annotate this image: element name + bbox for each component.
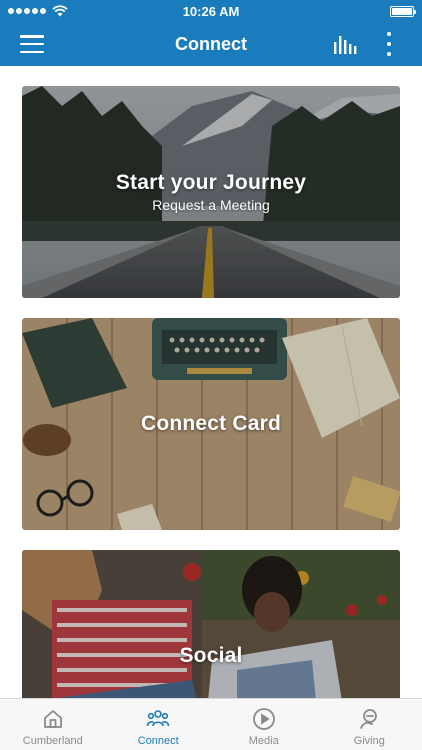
tab-cumberland[interactable]: Cumberland — [0, 699, 106, 750]
tab-label: Connect — [137, 735, 179, 747]
wifi-icon — [52, 5, 68, 17]
cellular-signal-icon — [8, 8, 46, 14]
menu-icon[interactable] — [20, 35, 44, 53]
card-connect-card[interactable]: Connect Card — [22, 318, 400, 530]
tab-label: Giving — [353, 735, 385, 747]
status-bar: 10:26 AM — [0, 0, 422, 22]
tab-label: Media — [248, 735, 279, 747]
play-circle-icon — [252, 708, 275, 730]
card-title: Social — [179, 644, 243, 667]
tab-giving[interactable]: Giving — [317, 699, 422, 750]
home-icon — [43, 710, 62, 728]
page-title: Connect — [175, 33, 247, 54]
signal-wifi-group — [8, 5, 68, 17]
people-icon — [146, 710, 170, 727]
card-list: Start your Journey Request a Meeting Con… — [0, 66, 422, 698]
more-options-icon[interactable] — [382, 32, 396, 56]
battery-icon — [390, 5, 416, 17]
tab-bar: Cumberland Connect Media Giving — [0, 698, 422, 750]
bar-chart-icon[interactable] — [333, 34, 357, 54]
app-header: Connect — [0, 22, 422, 66]
card-subtitle: Request a Meeting — [152, 197, 270, 213]
tab-media[interactable]: Media — [211, 699, 317, 750]
card-social[interactable]: Social — [22, 550, 400, 698]
card-title: Connect Card — [140, 412, 282, 435]
tab-label: Cumberland — [22, 735, 83, 747]
card-title: Start your Journey — [115, 171, 307, 194]
tab-connect[interactable]: Connect — [106, 699, 212, 750]
card-start-your-journey[interactable]: Start your Journey Request a Meeting — [22, 86, 400, 298]
giving-hand-icon — [360, 709, 378, 729]
